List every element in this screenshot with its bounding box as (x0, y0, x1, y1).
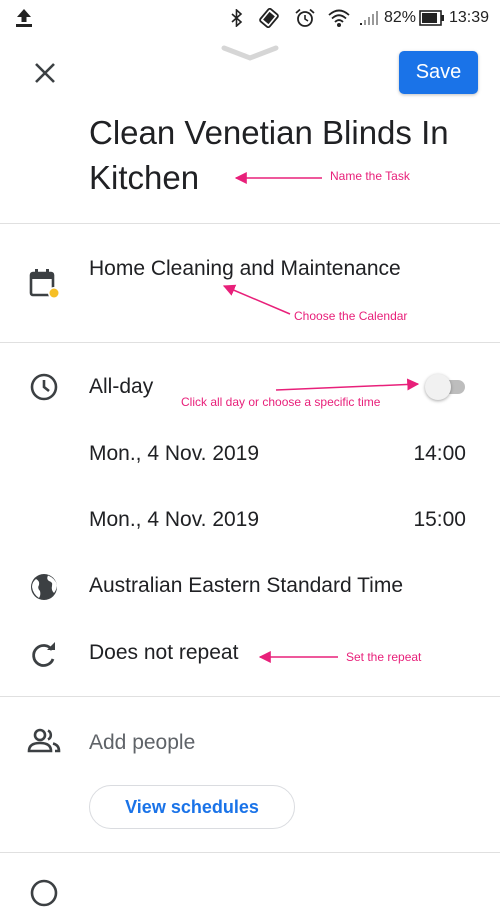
calendar-icon (29, 269, 60, 299)
allday-toggle[interactable] (423, 372, 473, 402)
repeat-label[interactable]: Does not repeat (89, 641, 238, 665)
signal-icon (360, 11, 378, 25)
clock-icon (30, 373, 58, 401)
task-title-line2[interactable]: Kitchen (89, 159, 199, 197)
drag-handle-icon[interactable] (220, 42, 280, 64)
start-time[interactable]: 14:00 (413, 442, 466, 466)
task-title-line1[interactable]: Clean Venetian Blinds In (89, 114, 449, 152)
add-people-label[interactable]: Add people (89, 731, 195, 755)
annotation-set-repeat: Set the repeat (346, 650, 422, 664)
divider (0, 342, 500, 343)
next-row-icon (30, 879, 58, 907)
upload-icon (16, 9, 32, 27)
globe-icon (31, 574, 57, 600)
close-icon[interactable] (28, 56, 62, 90)
people-icon (27, 728, 61, 753)
allday-label: All-day (89, 375, 154, 398)
toggle-knob (425, 374, 451, 400)
rotate-icon (259, 8, 279, 28)
start-date[interactable]: Mon., 4 Nov. 2019 (89, 442, 259, 466)
status-bar: 82% 13:39 (0, 0, 500, 36)
alarm-icon (295, 8, 315, 27)
battery-icon (419, 10, 444, 26)
divider (0, 852, 500, 853)
bluetooth-icon (231, 9, 243, 27)
calendar-name[interactable]: Home Cleaning and Maintenance (89, 257, 401, 281)
view-schedules-button[interactable]: View schedules (89, 785, 295, 829)
arrow-choose-calendar (222, 284, 291, 315)
divider (0, 696, 500, 697)
end-time[interactable]: 15:00 (413, 508, 466, 532)
save-button[interactable]: Save (399, 51, 478, 94)
wifi-icon (328, 9, 350, 27)
battery-percent: 82% (384, 9, 417, 26)
repeat-icon (32, 642, 55, 667)
clock-time: 13:39 (449, 9, 490, 26)
timezone-label[interactable]: Australian Eastern Standard Time (89, 574, 403, 598)
annotation-choose-calendar: Choose the Calendar (294, 309, 408, 323)
annotation-name-task: Name the Task (330, 169, 410, 183)
annotation-all-day: Click all day or choose a specific time (181, 395, 381, 409)
end-date[interactable]: Mon., 4 Nov. 2019 (89, 508, 259, 532)
divider (0, 223, 500, 224)
arrow-all-day (275, 378, 420, 391)
